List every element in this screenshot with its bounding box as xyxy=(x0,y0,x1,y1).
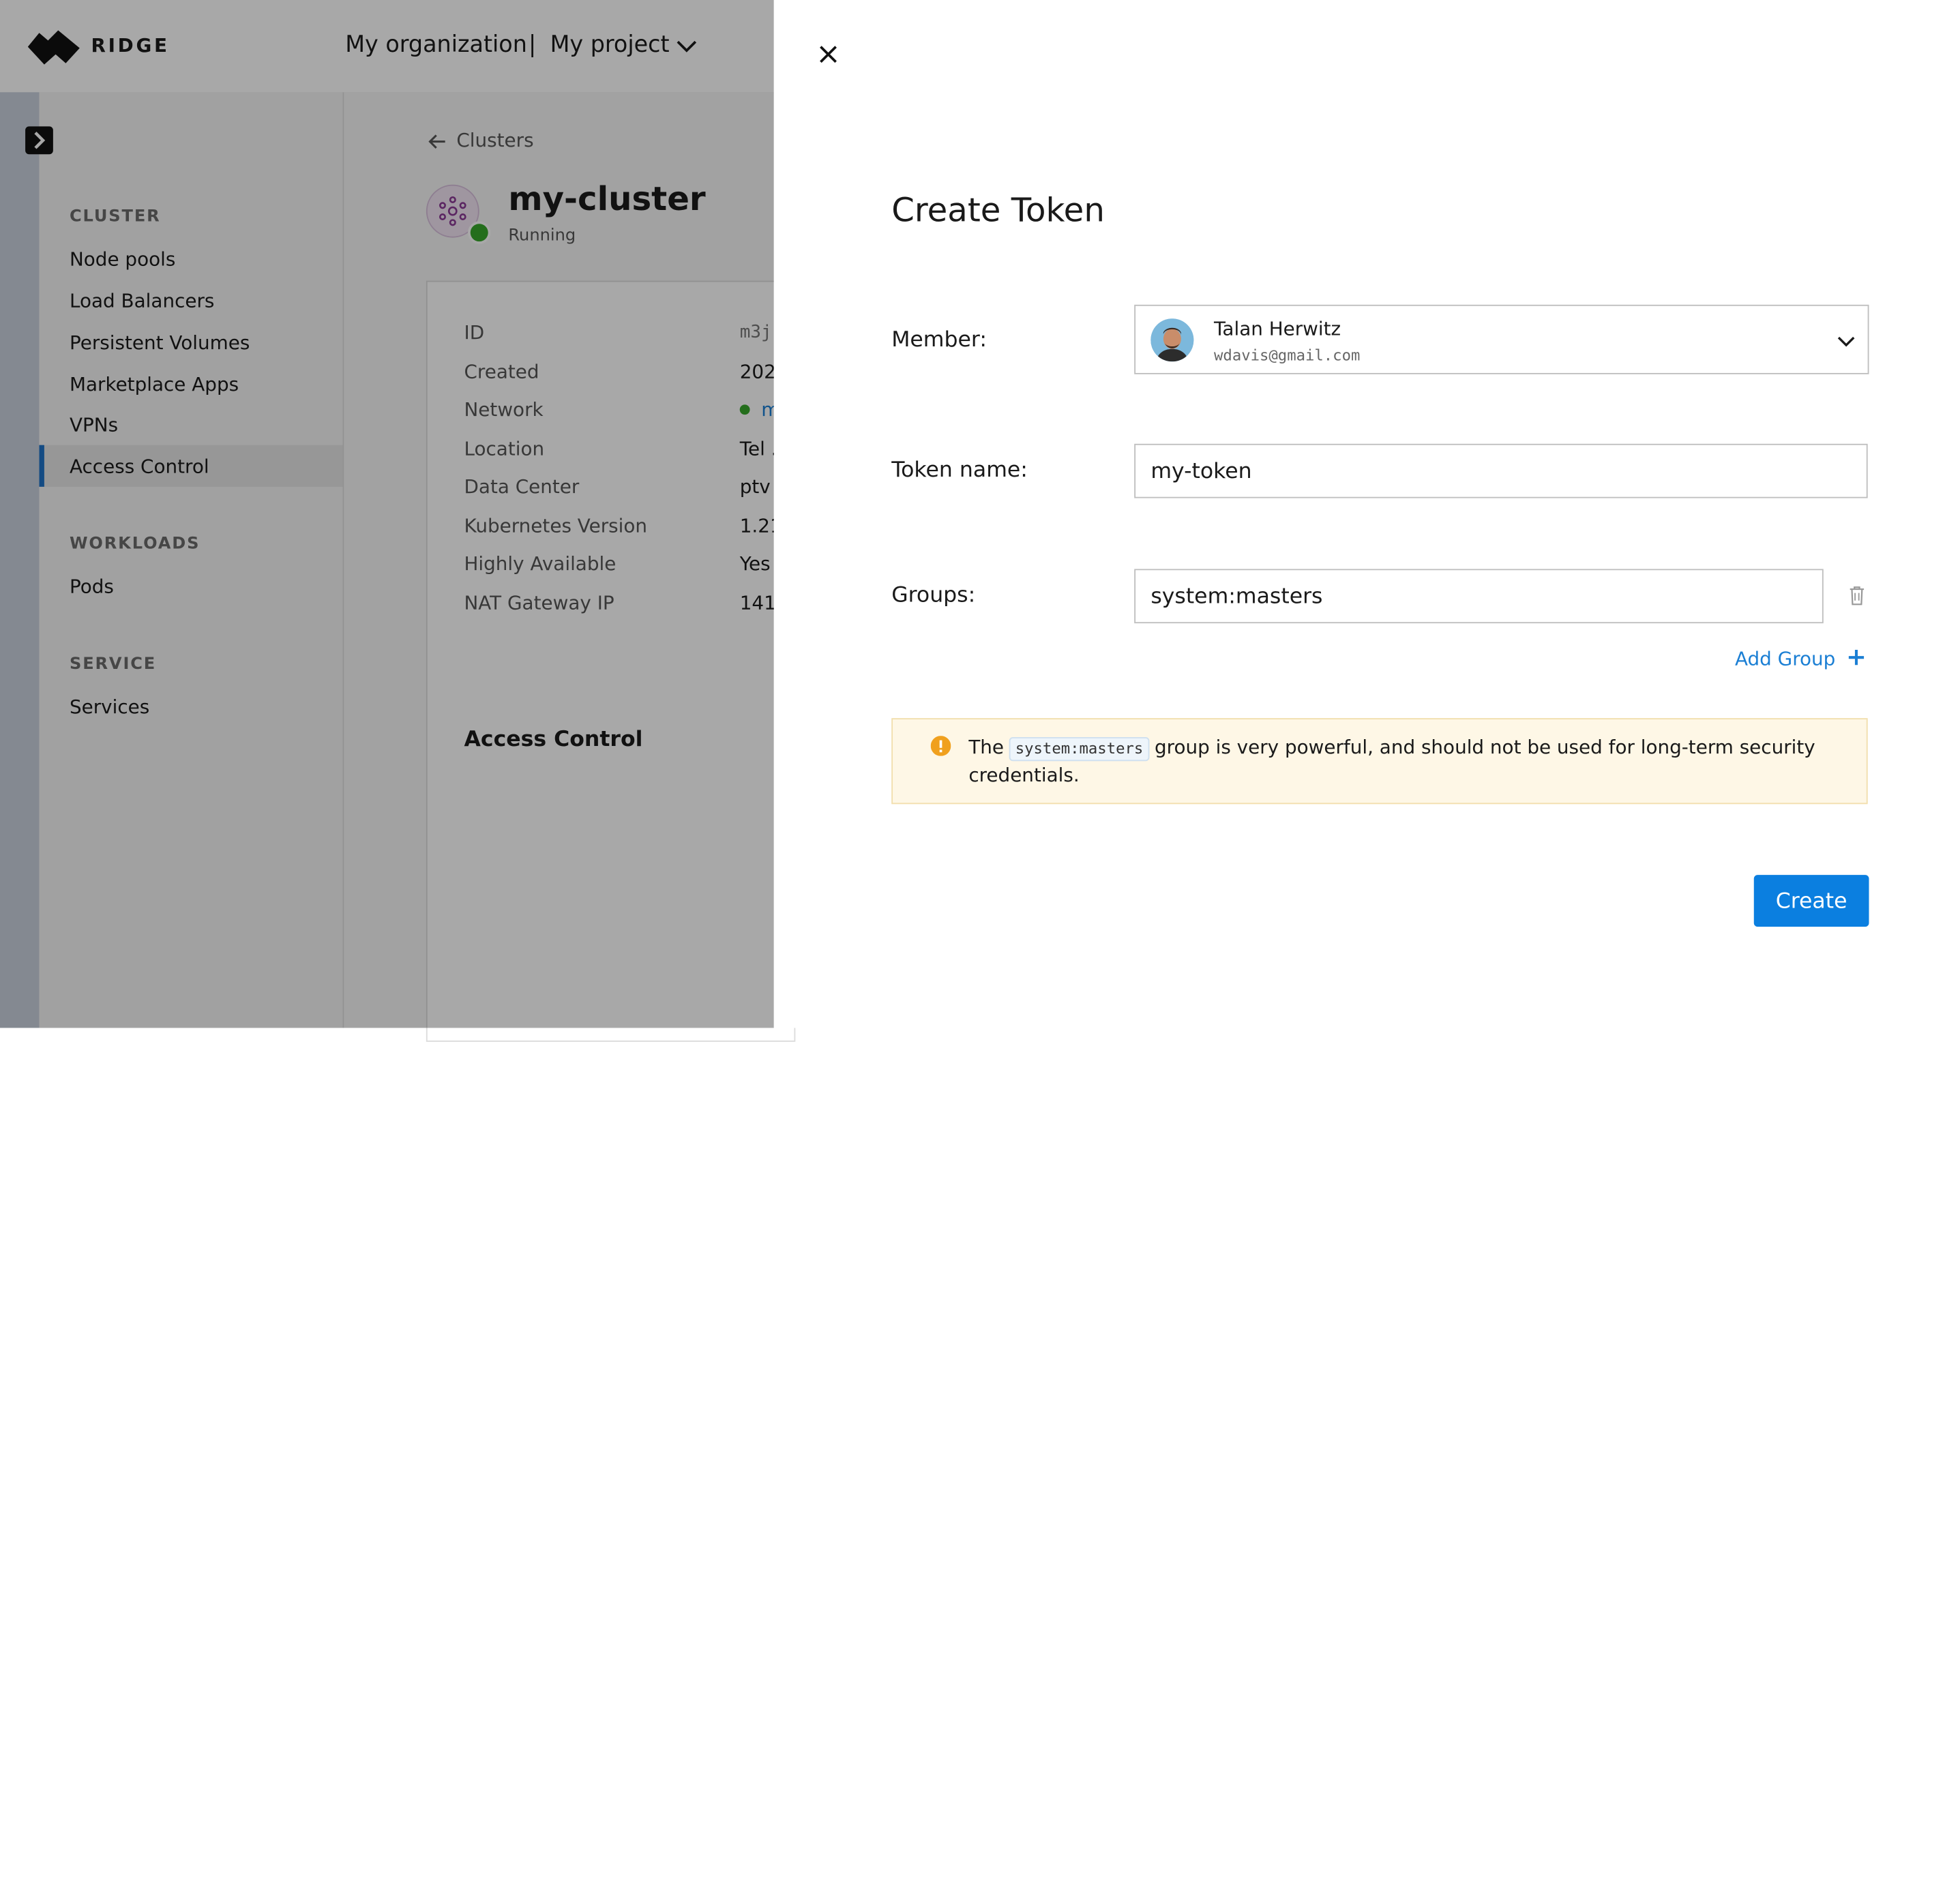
drawer-title: Create Token xyxy=(891,192,1105,230)
create-token-drawer xyxy=(773,0,1960,1028)
add-group-button[interactable]: Add Group xyxy=(1735,647,1835,670)
member-label: Member: xyxy=(891,327,987,353)
token-name-label: Token name: xyxy=(891,458,1028,483)
token-name-input[interactable] xyxy=(1134,443,1868,498)
plus-icon[interactable] xyxy=(1846,647,1867,668)
create-button[interactable]: Create xyxy=(1753,875,1869,927)
warning-message: The system:masters group is very powerful,… xyxy=(968,733,1854,789)
trash-icon[interactable] xyxy=(1849,585,1865,605)
member-name: Talan Herwitz xyxy=(1214,317,1341,340)
warning-prefix: The xyxy=(968,736,1005,759)
member-avatar xyxy=(1150,318,1194,362)
groups-label: Groups: xyxy=(891,582,976,608)
member-email: wdavis@gmail.com xyxy=(1214,346,1361,365)
modal-backdrop[interactable] xyxy=(0,0,774,1028)
close-icon[interactable] xyxy=(817,43,840,65)
groups-input[interactable] xyxy=(1134,569,1824,624)
warning-icon xyxy=(930,736,951,756)
chevron-down-icon[interactable] xyxy=(1836,331,1856,352)
warning-code-chip: system:masters xyxy=(1009,736,1150,762)
